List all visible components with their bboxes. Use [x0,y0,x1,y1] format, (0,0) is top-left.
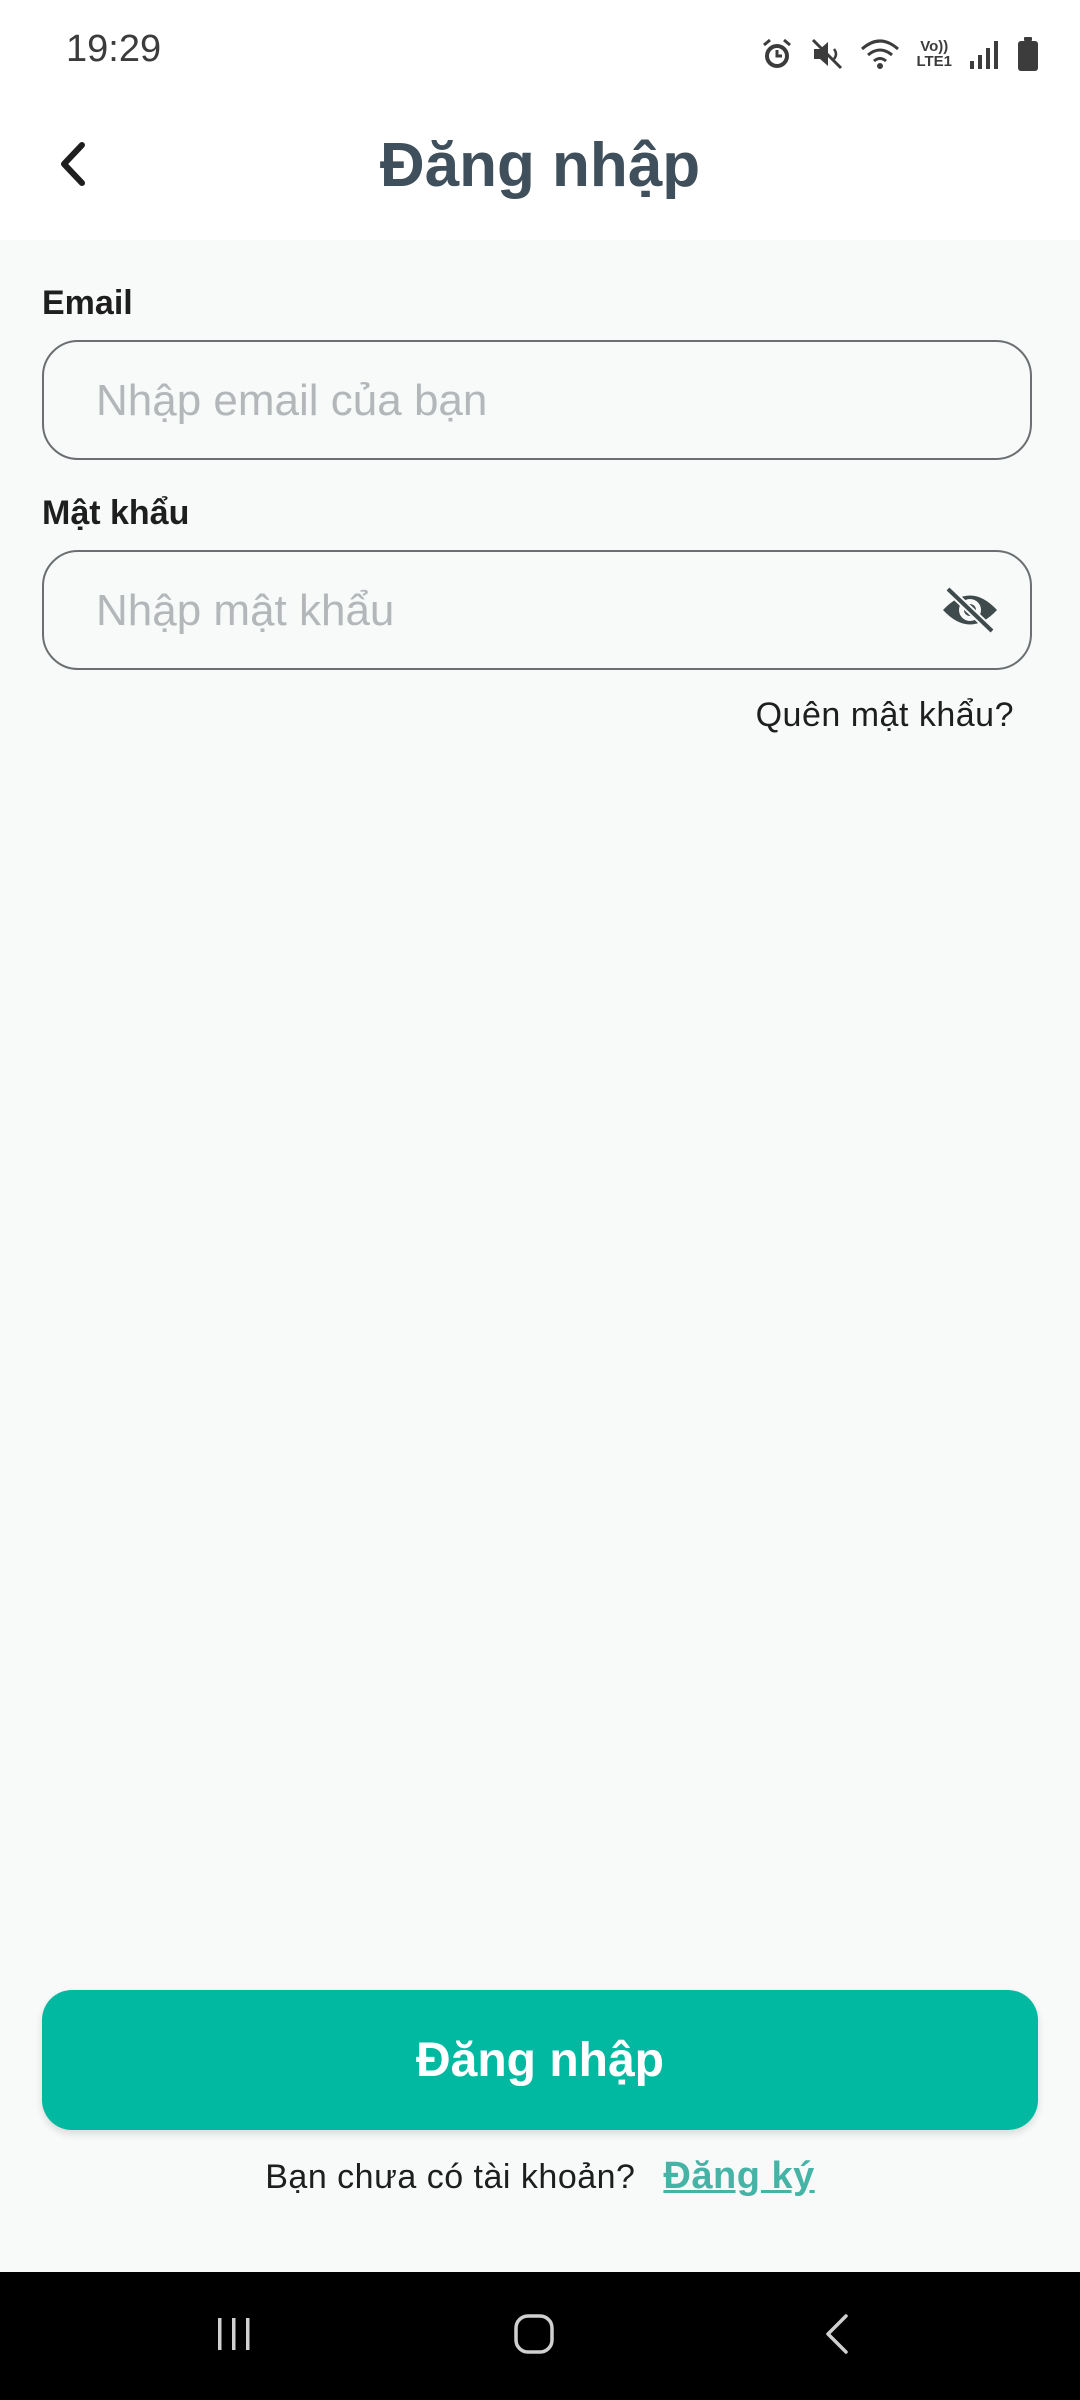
home-icon [510,2310,558,2363]
lte-label: LTE1 [916,53,952,70]
page-title: Đăng nhập [379,131,701,200]
forgot-password-link[interactable]: Quên mật khẩu? [756,696,1014,735]
email-field[interactable] [94,342,918,460]
email-label: Email [42,284,133,322]
password-field-box [42,550,1032,670]
app-bar: Đăng nhập [0,100,1080,240]
eye-off-icon [940,585,1000,640]
volte-lte-icon: Vo)) LTE1 [916,39,952,69]
alarm-icon [760,37,794,71]
signal-icon [968,37,1000,71]
mute-icon [810,37,844,71]
volte-label: Vo)) [920,38,949,55]
password-field[interactable] [94,552,918,670]
nav-back-button[interactable] [798,2296,878,2376]
recents-button[interactable] [194,2296,274,2376]
login-form: Email Mật khẩu Quên mật khẩu? Đăng nhập … [0,240,1080,2272]
home-button[interactable] [494,2296,574,2376]
login-button[interactable]: Đăng nhập [42,1990,1038,2130]
battery-icon [1016,36,1040,72]
status-icons: Vo)) LTE1 [760,30,1040,78]
email-field-box [42,340,1032,460]
status-time: 19:29 [66,28,162,70]
no-account-text: Bạn chưa có tài khoản? [265,2158,636,2196]
status-bar: 19:29 Vo)) LTE1 [0,0,1080,100]
signup-link[interactable]: Đăng ký [663,2155,814,2197]
password-visibility-toggle[interactable] [940,582,1000,642]
signup-prompt: Bạn chưa có tài khoản? Đăng ký [0,2155,1080,2198]
wifi-icon [860,37,900,71]
recents-icon [212,2312,256,2361]
password-label: Mật khẩu [42,494,190,532]
back-icon [816,2310,860,2363]
system-nav-bar [0,2272,1080,2400]
